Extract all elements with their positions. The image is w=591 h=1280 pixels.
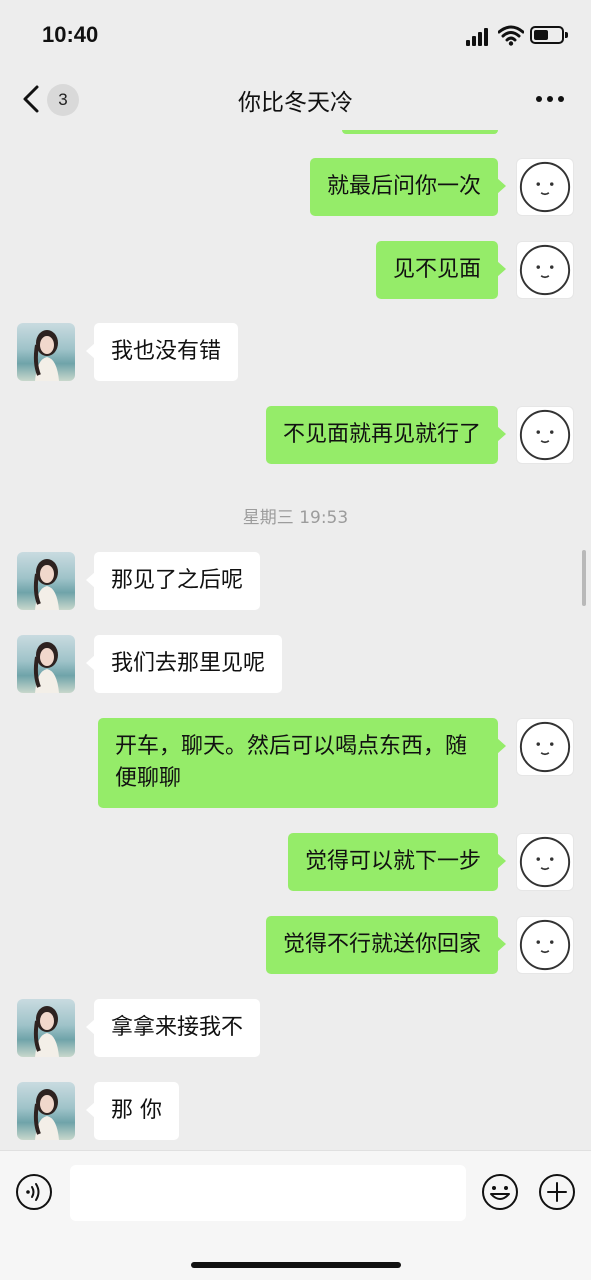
message-row: 那见了之后呢 bbox=[0, 552, 591, 612]
message-input[interactable] bbox=[70, 1165, 466, 1221]
smiley-avatar-icon[interactable] bbox=[516, 718, 574, 776]
message-row: 我们去那里见呢 bbox=[0, 635, 591, 695]
battery-icon bbox=[530, 26, 568, 44]
my-message-bubble[interactable]: 不见面就再见就行了 bbox=[265, 406, 507, 464]
their-message-bubble[interactable]: 那见了之后呢 bbox=[85, 552, 261, 610]
message-row: 不见面就再见就行了 bbox=[0, 406, 591, 466]
contact-avatar[interactable] bbox=[17, 323, 75, 381]
contact-avatar[interactable] bbox=[17, 1082, 75, 1140]
message-row: 那 你 bbox=[0, 1082, 591, 1142]
contact-avatar[interactable] bbox=[17, 552, 75, 610]
my-message-bubble[interactable]: 开车，聊天。然后可以喝点东西，随便聊聊 bbox=[98, 718, 506, 808]
my-message-bubble[interactable]: 觉得不行就送你回家 bbox=[265, 916, 507, 974]
message-row: 拿拿来接我不 bbox=[0, 999, 591, 1059]
message-row: 觉得不行就送你回家 bbox=[0, 916, 591, 976]
status-time: 10:40 bbox=[42, 22, 99, 47]
my-message-bubble[interactable]: 就最后问你一次 bbox=[309, 158, 507, 216]
message-row: 觉得可以就下一步 bbox=[0, 833, 591, 893]
my-message-bubble[interactable]: 觉得可以就下一步 bbox=[287, 833, 507, 891]
their-message-bubble[interactable]: 拿拿来接我不 bbox=[85, 999, 261, 1057]
chat-messages[interactable]: 就最后问你一次 见不见面 我也没有错 不见面就再见就行了 星期三 19:53 那… bbox=[0, 130, 591, 1150]
cellular-signal-icon bbox=[466, 26, 492, 46]
my-message-bubble[interactable]: 见不见面 bbox=[375, 241, 507, 299]
contact-avatar[interactable] bbox=[17, 999, 75, 1057]
status-bar: 10:40 bbox=[0, 0, 591, 70]
contact-avatar[interactable] bbox=[17, 635, 75, 693]
their-message-bubble[interactable]: 那 你 bbox=[86, 1082, 179, 1140]
message-row: 见不见面 bbox=[0, 241, 591, 301]
emoji-icon[interactable] bbox=[481, 1173, 519, 1211]
smiley-avatar-icon[interactable] bbox=[516, 241, 574, 299]
voice-icon[interactable] bbox=[15, 1173, 53, 1211]
home-indicator[interactable] bbox=[191, 1262, 401, 1268]
wifi-icon bbox=[498, 25, 524, 46]
message-row: 就最后问你一次 bbox=[0, 158, 591, 218]
timestamp: 星期三 19:53 bbox=[242, 508, 349, 528]
chat-title: 你比冬天冷 bbox=[238, 90, 353, 116]
smiley-avatar-icon[interactable] bbox=[516, 158, 574, 216]
message-row: 开车，聊天。然后可以喝点东西，随便聊聊 bbox=[0, 718, 591, 810]
their-message-bubble[interactable]: 我也没有错 bbox=[85, 323, 239, 381]
message-row: 我也没有错 bbox=[0, 323, 591, 383]
input-bar bbox=[0, 1150, 591, 1280]
smiley-avatar-icon[interactable] bbox=[516, 406, 574, 464]
smiley-avatar-icon[interactable] bbox=[516, 833, 574, 891]
scrollbar[interactable] bbox=[582, 550, 586, 606]
more-dots-icon[interactable] bbox=[536, 96, 566, 104]
their-message-bubble[interactable]: 我们去那里见呢 bbox=[85, 635, 283, 693]
plus-icon[interactable] bbox=[538, 1173, 576, 1211]
smiley-avatar-icon[interactable] bbox=[516, 916, 574, 974]
partial-message-bubble bbox=[342, 130, 498, 134]
